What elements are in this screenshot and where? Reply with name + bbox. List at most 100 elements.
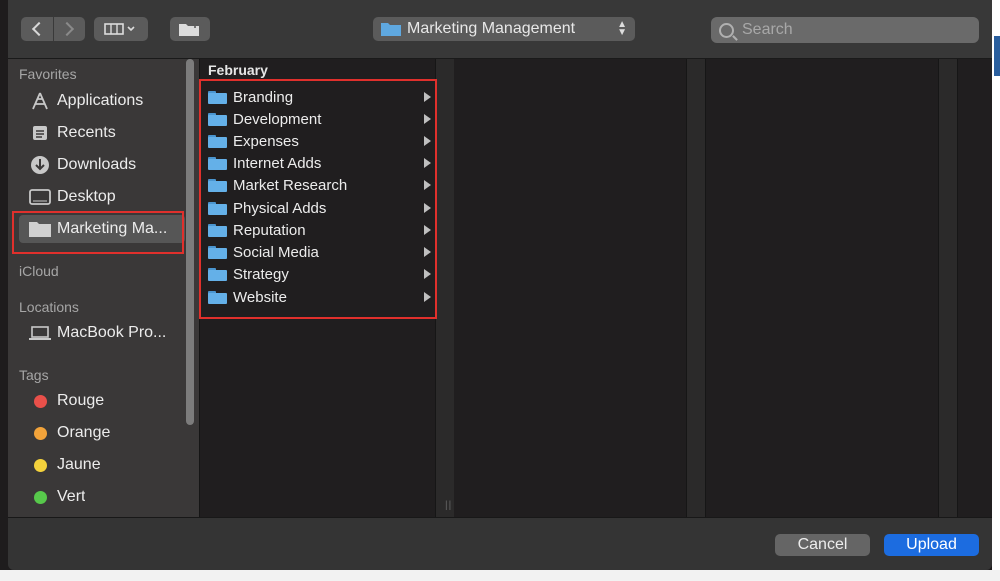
toolbar: Marketing Management ▲ ▼ Search: [8, 0, 992, 59]
folder-label: Expenses: [233, 132, 299, 150]
sidebar-item-downloads[interactable]: Downloads: [19, 151, 185, 179]
sidebar-item-label: Recents: [57, 124, 116, 141]
sidebar-scrollbar[interactable]: [186, 59, 194, 425]
folder-icon: [208, 290, 227, 304]
sidebar-header-favorites: Favorites: [19, 66, 77, 82]
browser-column-february: February Branding Development Expenses I…: [200, 59, 435, 517]
path-popup-label: Marketing Management: [407, 20, 576, 37]
folder-item-internet-adds[interactable]: Internet Adds: [208, 152, 432, 174]
column-resize-handle[interactable]: [686, 59, 706, 517]
sidebar-item-label: Applications: [57, 92, 144, 109]
disclosure-arrow-icon: [424, 180, 431, 190]
sidebar-header-locations: Locations: [19, 299, 79, 315]
navigation-buttons: [21, 17, 85, 41]
folder-icon: [208, 245, 227, 259]
file-open-dialog: Marketing Management ▲ ▼ Search Favorites…: [8, 0, 992, 570]
folder-icon: [208, 178, 227, 192]
background-window-accent: [994, 36, 1000, 76]
folder-label: Website: [233, 288, 287, 306]
folder-item-physical-adds[interactable]: Physical Adds: [208, 197, 432, 219]
folder-label: Social Media: [233, 243, 319, 261]
disclosure-arrow-icon: [424, 92, 431, 102]
folder-icon: [208, 223, 227, 237]
folder-item-strategy[interactable]: Strategy: [208, 263, 432, 285]
chevron-left-icon: [31, 21, 46, 37]
disclosure-arrow-icon: [424, 114, 431, 124]
browser-column-empty: [454, 59, 686, 517]
folder-item-development[interactable]: Development: [208, 108, 432, 130]
sidebar-item-label: Vert: [57, 488, 86, 505]
folder-label: Branding: [233, 88, 294, 106]
column-resize-handle[interactable]: [435, 59, 455, 517]
folder-icon: [208, 201, 227, 215]
folder-label: Reputation: [233, 221, 306, 239]
disclosure-arrow-icon: [424, 158, 431, 168]
search-icon: [719, 22, 734, 38]
browser-column-empty: [958, 59, 992, 517]
sidebar-header-icloud[interactable]: iCloud: [19, 263, 59, 279]
sidebar-tag-orange[interactable]: Orange: [19, 419, 185, 447]
sidebar-tag-rouge[interactable]: Rouge: [19, 387, 185, 415]
new-folder-icon: [179, 22, 199, 36]
browser-column-empty: [706, 59, 938, 517]
downloads-icon: [29, 155, 51, 175]
disclosure-arrow-icon: [424, 136, 431, 146]
folder-item-social-media[interactable]: Social Media: [208, 241, 432, 263]
new-folder-button[interactable]: [170, 17, 210, 41]
folder-item-reputation[interactable]: Reputation: [208, 219, 432, 241]
desktop-icon: [29, 187, 51, 207]
column-resize-handle[interactable]: [938, 59, 958, 517]
folder-icon: [208, 90, 227, 104]
sidebar-tag-jaune[interactable]: Jaune: [19, 451, 185, 479]
folder-item-expenses[interactable]: Expenses: [208, 130, 432, 152]
chevron-up-down-icon: ▲ ▼: [617, 19, 627, 38]
laptop-icon: [29, 323, 51, 343]
path-popup-button[interactable]: Marketing Management ▲ ▼: [373, 17, 635, 41]
folder-item-website[interactable]: Website: [208, 286, 432, 308]
cancel-button[interactable]: Cancel: [775, 534, 870, 556]
tag-color-dot-icon: [29, 423, 51, 443]
sidebar-item-label: MacBook Pro...: [57, 324, 167, 341]
sidebar-item-label: Marketing Ma...: [57, 220, 168, 237]
disclosure-arrow-icon: [424, 203, 431, 213]
tag-color-dot-icon: [29, 487, 51, 507]
column-resize-grip-icon: ||: [445, 500, 453, 511]
sidebar-item-applications[interactable]: Applications: [19, 87, 185, 115]
search-input[interactable]: Search: [742, 21, 793, 39]
tag-color-dot-icon: [29, 391, 51, 411]
back-button[interactable]: [21, 17, 53, 41]
background-window-bottom: [0, 570, 1000, 581]
column-view-icon: [104, 23, 135, 35]
view-mode-button[interactable]: [94, 17, 148, 41]
folder-label: Market Research: [233, 176, 348, 194]
sidebar-tag-vert[interactable]: Vert: [19, 483, 185, 511]
sidebar-item-marketing-management[interactable]: Marketing Ma...: [19, 215, 185, 243]
folder-label: Internet Adds: [233, 154, 322, 172]
chevron-right-icon: [60, 21, 75, 37]
folder-icon: [208, 267, 227, 281]
disclosure-arrow-icon: [424, 292, 431, 302]
folder-icon: [208, 156, 227, 170]
upload-button[interactable]: Upload: [884, 534, 979, 556]
sidebar-item-label: Downloads: [57, 156, 137, 173]
sidebar-header-tags: Tags: [19, 367, 49, 383]
sidebar-item-desktop[interactable]: Desktop: [19, 183, 185, 211]
sidebar: Favorites Applications Recents Downloads…: [8, 59, 199, 517]
folder-icon: [208, 112, 227, 126]
forward-button[interactable]: [54, 17, 86, 41]
disclosure-arrow-icon: [424, 247, 431, 257]
search-field[interactable]: Search: [711, 17, 979, 43]
sidebar-item-recents[interactable]: Recents: [19, 119, 185, 147]
folder-item-branding[interactable]: Branding: [208, 86, 432, 108]
disclosure-arrow-icon: [424, 225, 431, 235]
background-window: [992, 0, 1000, 581]
folder-label: Physical Adds: [233, 199, 327, 217]
dialog-footer: Cancel Upload: [8, 517, 992, 570]
folder-item-market-research[interactable]: Market Research: [208, 174, 432, 196]
sidebar-item-macbook-pro[interactable]: MacBook Pro...: [19, 319, 185, 347]
recents-icon: [29, 123, 51, 143]
folder-label: Strategy: [233, 265, 289, 283]
disclosure-arrow-icon: [424, 269, 431, 279]
tag-color-dot-icon: [29, 455, 51, 475]
folder-icon: [381, 23, 401, 36]
